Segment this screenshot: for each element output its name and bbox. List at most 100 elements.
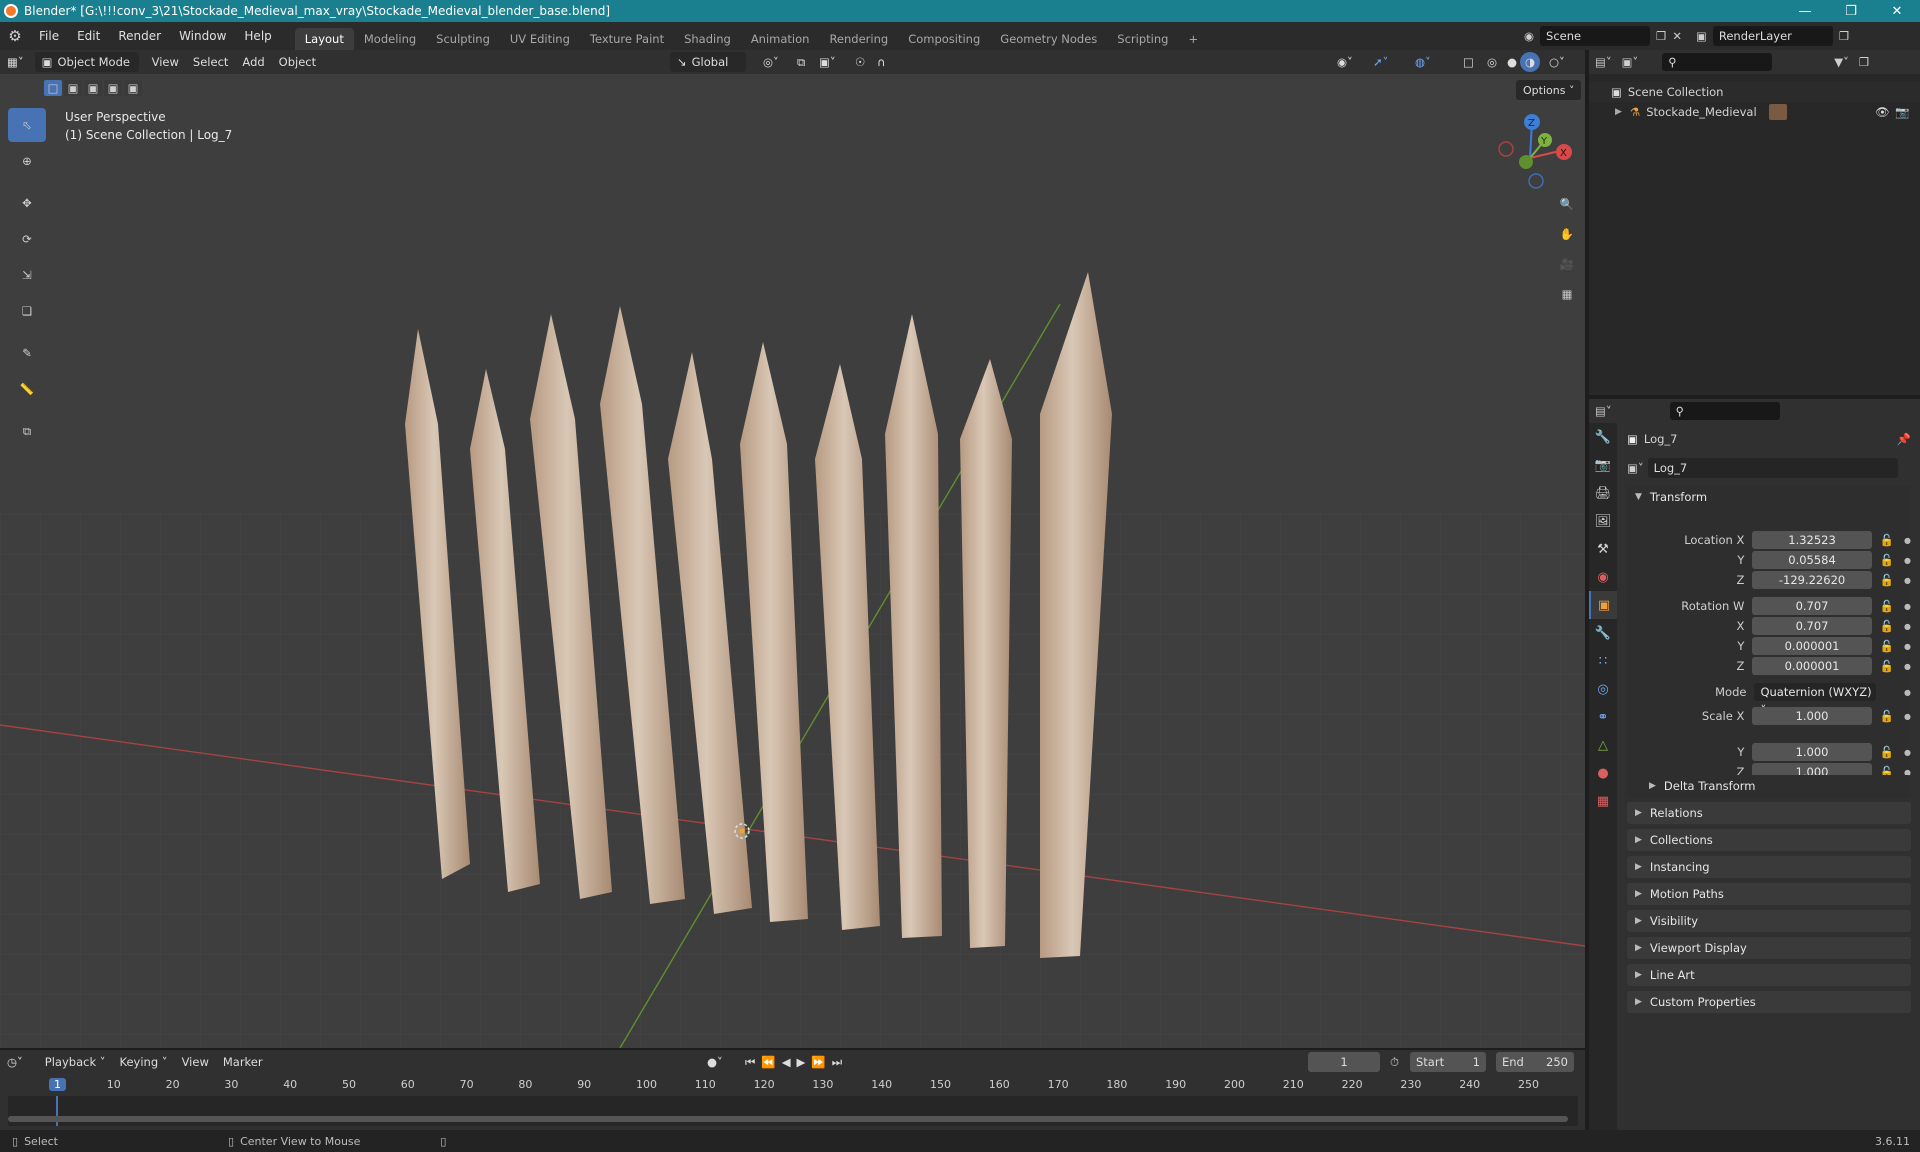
- scale-x-field[interactable]: 1.000: [1752, 707, 1872, 725]
- cursor-tool[interactable]: ⊕: [8, 144, 46, 178]
- view-layer-tab-icon[interactable]: 🖼: [1589, 507, 1617, 535]
- instancing-panel[interactable]: ▶ Instancing: [1627, 856, 1911, 878]
- menu-help[interactable]: Help: [235, 22, 280, 50]
- new-collection-icon[interactable]: ❐: [1859, 55, 1869, 69]
- physics-tab-icon[interactable]: ◎: [1589, 675, 1617, 703]
- move-tool[interactable]: ✥: [8, 186, 46, 220]
- delete-scene-icon[interactable]: ✕: [1672, 29, 1682, 43]
- record-icon[interactable]: ●˅: [700, 1052, 730, 1072]
- keyframe-dot-icon[interactable]: ●: [1904, 622, 1911, 631]
- menu-view[interactable]: View: [145, 52, 186, 72]
- viewport-scene[interactable]: Z X Y: [0, 74, 1585, 1048]
- tab-modeling[interactable]: Modeling: [354, 28, 426, 50]
- select-new-icon[interactable]: □: [44, 80, 62, 96]
- lock-icon[interactable]: 🔓: [1880, 659, 1894, 673]
- lock-icon[interactable]: 🔓: [1880, 599, 1894, 613]
- tab-sculpting[interactable]: Sculpting: [426, 28, 500, 50]
- rotation-w-field[interactable]: 0.707: [1752, 597, 1872, 615]
- tab-texture-paint[interactable]: Texture Paint: [580, 28, 674, 50]
- menu-timeline-view[interactable]: View: [175, 1052, 216, 1072]
- lock-icon[interactable]: 🔓: [1880, 709, 1894, 723]
- next-keyframe-icon[interactable]: ⏩: [811, 1055, 825, 1070]
- outliner-item[interactable]: ▶ ⚗ Stockade_Medieval 👁 📷: [1589, 102, 1920, 122]
- menu-window[interactable]: Window: [170, 22, 235, 50]
- rotation-x-field[interactable]: 0.707: [1752, 617, 1872, 635]
- display-mode-icon[interactable]: ▣˅: [1622, 55, 1639, 69]
- outliner-editor-type-icon[interactable]: ▤˅: [1595, 55, 1612, 69]
- motion-paths-panel[interactable]: ▶ Motion Paths: [1627, 883, 1911, 905]
- end-frame-field[interactable]: End 250: [1496, 1052, 1574, 1072]
- lock-icon[interactable]: 🔓: [1880, 553, 1894, 567]
- select-subtract-icon[interactable]: ▣: [84, 80, 102, 96]
- timeline-ruler[interactable]: 1 10 20 30 40 50 60 70 80 90 100 110 120 130 140 150 160…: [8, 1076, 1578, 1096]
- navigation-gizmo[interactable]: Z X Y: [1498, 114, 1572, 189]
- rotate-tool[interactable]: ⟳: [8, 222, 46, 256]
- particles-tab-icon[interactable]: ∷: [1589, 647, 1617, 675]
- gizmo-toggle-icon[interactable]: ➚˅: [1366, 52, 1395, 72]
- annotate-tool[interactable]: ✎: [8, 336, 46, 370]
- pan-hand-icon[interactable]: ✋: [1553, 220, 1581, 248]
- pivot-icon[interactable]: ◎˅: [756, 52, 786, 72]
- keyframe-dot-icon[interactable]: ●: [1904, 662, 1911, 671]
- delta-transform-panel[interactable]: ▶ Delta Transform: [1641, 775, 1911, 797]
- outliner-search-input[interactable]: ⚲: [1662, 53, 1773, 71]
- scene-tab-icon[interactable]: ⚒: [1589, 535, 1617, 563]
- jump-start-icon[interactable]: ⏮: [745, 1055, 755, 1070]
- material-tab-icon[interactable]: ●: [1589, 759, 1617, 787]
- expand-chevron-icon[interactable]: ▶: [1615, 107, 1622, 117]
- tab-rendering[interactable]: Rendering: [819, 28, 898, 50]
- object-name-field[interactable]: Log_7: [1647, 458, 1898, 478]
- menu-render[interactable]: Render: [109, 22, 170, 50]
- keyframe-dot-icon[interactable]: ●: [1904, 712, 1911, 721]
- eye-icon[interactable]: 👁: [1875, 105, 1890, 119]
- proportional-edit-icon[interactable]: ☉: [848, 52, 872, 72]
- menu-edit[interactable]: Edit: [68, 22, 109, 50]
- lock-icon[interactable]: 🔓: [1880, 533, 1894, 547]
- current-frame-field[interactable]: 1: [1308, 1052, 1380, 1072]
- stopwatch-icon[interactable]: ⏱: [1390, 1055, 1399, 1070]
- keyframe-dot-icon[interactable]: ●: [1904, 642, 1911, 651]
- tab-shading[interactable]: Shading: [674, 28, 741, 50]
- viewport-display-panel[interactable]: ▶ Viewport Display: [1627, 937, 1911, 959]
- menu-object[interactable]: Object: [272, 52, 323, 72]
- mode-selector[interactable]: ▣ Object Mode: [34, 52, 139, 72]
- visibility-panel[interactable]: ▶ Visibility: [1627, 910, 1911, 932]
- 3d-viewport[interactable]: Z X Y User Perspective (1) Scene Collect…: [0, 74, 1585, 1048]
- render-layer-icon[interactable]: ▣: [1696, 29, 1707, 43]
- line-art-panel[interactable]: ▶ Line Art: [1627, 964, 1911, 986]
- scale-tool[interactable]: ⇲: [8, 258, 46, 292]
- select-invert-icon[interactable]: ▣: [104, 80, 122, 96]
- menu-select[interactable]: Select: [186, 52, 235, 72]
- scene-icon[interactable]: ◉: [1524, 29, 1534, 43]
- zoom-icon[interactable]: 🔍: [1553, 190, 1581, 218]
- select-box-tool[interactable]: ⬁: [8, 108, 46, 142]
- play-reverse-icon[interactable]: ◀: [782, 1055, 791, 1070]
- keyframe-dot-icon[interactable]: ●: [1904, 688, 1911, 697]
- orientation-selector[interactable]: ↘ Global: [670, 52, 746, 72]
- tab-scripting[interactable]: Scripting: [1107, 28, 1178, 50]
- timeline-scrollbar[interactable]: [8, 1116, 1568, 1122]
- properties-search-input[interactable]: ⚲: [1669, 402, 1780, 420]
- menu-marker[interactable]: Marker: [216, 1052, 270, 1072]
- tab-animation[interactable]: Animation: [741, 28, 820, 50]
- filter-icon[interactable]: ▼˅: [1834, 55, 1849, 69]
- relations-panel[interactable]: ▶ Relations: [1627, 802, 1911, 824]
- constraints-tab-icon[interactable]: ⚭: [1589, 703, 1617, 731]
- scene-selector[interactable]: Scene: [1540, 26, 1651, 46]
- visibility-icon[interactable]: ◉˅: [1330, 52, 1360, 72]
- menu-playback[interactable]: Playback ˅: [38, 1052, 113, 1072]
- render-tab-icon[interactable]: 📷: [1589, 451, 1617, 479]
- modifier-tab-icon[interactable]: 🔧: [1589, 619, 1617, 647]
- keyframe-dot-icon[interactable]: ●: [1904, 536, 1911, 545]
- add-cube-tool[interactable]: ⧉: [8, 414, 46, 448]
- timeline-track[interactable]: [8, 1096, 1578, 1126]
- close-icon[interactable]: ✕: [1874, 0, 1920, 22]
- rotation-mode-dropdown[interactable]: Quaternion (WXYZ) ˅: [1754, 683, 1877, 717]
- tab-uv-editing[interactable]: UV Editing: [500, 28, 580, 50]
- new-render-layer-icon[interactable]: ❐: [1839, 29, 1849, 43]
- camera-icon[interactable]: 📷: [1895, 105, 1909, 119]
- menu-keying[interactable]: Keying ˅: [113, 1052, 175, 1072]
- scale-y-field[interactable]: 1.000: [1752, 743, 1872, 761]
- rotation-z-field[interactable]: 0.000001: [1752, 657, 1872, 675]
- play-icon[interactable]: ▶: [797, 1055, 806, 1070]
